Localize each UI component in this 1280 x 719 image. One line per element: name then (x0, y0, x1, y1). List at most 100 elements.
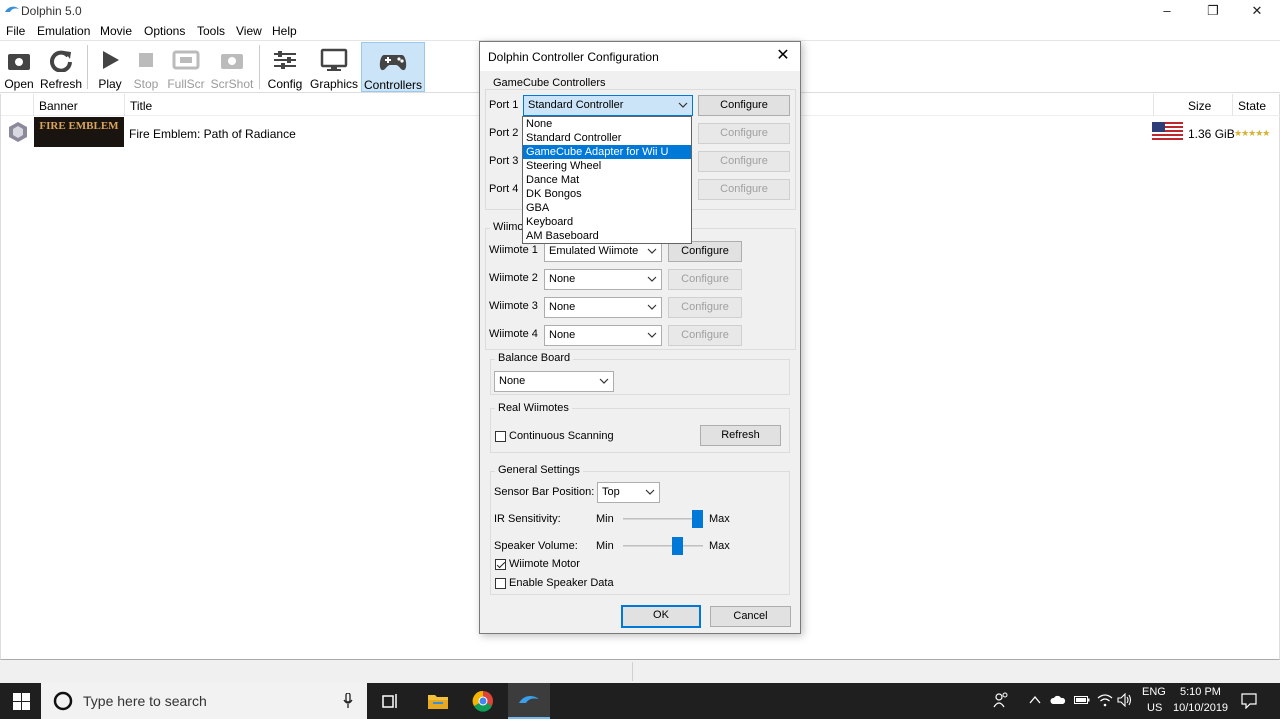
fullscreen-button[interactable]: FullScr (166, 42, 206, 92)
wiimote2-dropdown[interactable]: None (544, 269, 662, 290)
column-separator (1153, 94, 1154, 116)
dropdown-option[interactable]: DK Bongos (523, 187, 691, 201)
wiimote2-configure-button[interactable]: Configure (668, 269, 742, 290)
battery-icon[interactable] (1074, 695, 1090, 705)
game-size: 1.36 GiB (1188, 127, 1235, 141)
taskbar-search-box[interactable]: Type here to search (41, 683, 367, 719)
wifi-icon[interactable] (1097, 693, 1113, 707)
status-separator (632, 662, 633, 681)
menu-view[interactable]: View (236, 24, 262, 38)
dropdown-option[interactable]: AM Baseboard (523, 229, 691, 243)
minimize-button[interactable]: – (1144, 0, 1190, 21)
microphone-icon[interactable] (343, 693, 353, 709)
stop-icon (139, 53, 153, 67)
balance-board-dropdown[interactable]: None (494, 371, 614, 392)
balance-board-label: Balance Board (495, 352, 574, 364)
dialog-close-button[interactable]: ✕ (770, 44, 796, 68)
volume-icon[interactable] (1117, 693, 1133, 707)
menu-help[interactable]: Help (272, 24, 297, 38)
menu-tools[interactable]: Tools (197, 24, 225, 38)
cancel-button[interactable]: Cancel (710, 606, 791, 627)
wiimote2-label: Wiimote 2 (489, 272, 538, 284)
port2-configure-button[interactable]: Configure (698, 123, 790, 144)
wiimote-motor-checkbox[interactable] (495, 559, 506, 570)
chevron-down-icon (647, 332, 657, 338)
close-window-button[interactable]: ✕ (1234, 0, 1280, 21)
column-separator (124, 94, 125, 116)
clock-date[interactable]: 10/10/2019 (1173, 702, 1228, 714)
wiimote1-configure-button[interactable]: Configure (668, 241, 742, 262)
ir-sensitivity-thumb[interactable] (691, 510, 703, 528)
real-wiimotes-label: Real Wiimotes (495, 402, 572, 414)
game-rating-stars: ★★★★★ (1234, 128, 1270, 138)
column-size[interactable]: Size (1188, 99, 1211, 113)
column-title[interactable]: Title (130, 99, 152, 113)
windows-start-icon[interactable] (13, 693, 30, 710)
play-button[interactable]: Play (94, 42, 126, 92)
continuous-scanning-label: Continuous Scanning (509, 430, 614, 442)
controllers-button[interactable]: Controllers (361, 42, 425, 92)
port3-configure-button[interactable]: Configure (698, 151, 790, 172)
menu-movie[interactable]: Movie (100, 24, 132, 38)
speaker-volume-slider[interactable] (623, 545, 703, 547)
config-label: Config (267, 77, 303, 91)
port1-dropdown[interactable]: Standard Controller (523, 95, 693, 116)
speaker-volume-thumb[interactable] (672, 537, 684, 555)
wiimote4-dropdown[interactable]: None (544, 325, 662, 346)
dropdown-option[interactable]: None (523, 117, 691, 131)
gamecube-platform-icon (9, 122, 27, 142)
port4-label: Port 4 (489, 183, 519, 195)
port1-label: Port 1 (489, 99, 519, 111)
port4-configure-button[interactable]: Configure (698, 179, 790, 200)
menu-emulation[interactable]: Emulation (37, 24, 90, 38)
port1-value: Standard Controller (528, 99, 624, 111)
column-banner[interactable]: Banner (39, 99, 78, 113)
graphics-button[interactable]: Graphics (309, 42, 359, 92)
column-state[interactable]: State (1238, 99, 1266, 113)
ir-min-label: Min (596, 513, 614, 525)
wiimote4-configure-button[interactable]: Configure (668, 325, 742, 346)
dropdown-option[interactable]: Steering Wheel (523, 159, 691, 173)
ir-max-label: Max (709, 513, 730, 525)
dropdown-option[interactable]: GameCube Adapter for Wii U (523, 145, 691, 159)
dropdown-option[interactable]: Standard Controller (523, 131, 691, 145)
wiimote3-configure-button[interactable]: Configure (668, 297, 742, 318)
port1-configure-button[interactable]: Configure (698, 95, 790, 116)
wiimote3-dropdown[interactable]: None (544, 297, 662, 318)
keyboard-layout-indicator[interactable]: US (1147, 702, 1162, 714)
refresh-wiimotes-button[interactable]: Refresh (700, 425, 781, 446)
stop-button[interactable]: Stop (130, 42, 162, 92)
sensor-bar-dropdown[interactable]: Top (597, 482, 660, 503)
enable-speaker-data-checkbox[interactable] (495, 578, 506, 589)
task-view-icon[interactable] (381, 692, 399, 710)
taskbar-dolphin-app[interactable] (508, 683, 550, 719)
refresh-button[interactable]: Refresh (40, 42, 82, 92)
screenshot-button[interactable]: ScrShot (210, 42, 254, 92)
menu-options[interactable]: Options (144, 24, 185, 38)
enable-speaker-data-label: Enable Speaker Data (509, 577, 614, 589)
continuous-scanning-checkbox[interactable] (495, 431, 506, 442)
stop-label: Stop (133, 77, 159, 91)
dropdown-option[interactable]: Keyboard (523, 215, 691, 229)
ok-button[interactable]: OK (621, 605, 701, 628)
config-button[interactable]: Config (264, 42, 306, 92)
file-explorer-icon[interactable] (427, 691, 449, 711)
dropdown-option[interactable]: Dance Mat (523, 173, 691, 187)
onedrive-icon[interactable] (1050, 695, 1066, 705)
menu-file[interactable]: File (6, 24, 25, 38)
general-settings-label: General Settings (495, 464, 583, 476)
game-banner: FIRE EMBLEM (34, 117, 124, 147)
chrome-icon[interactable] (472, 690, 494, 712)
action-center-icon[interactable] (1241, 693, 1257, 709)
graphics-label: Graphics (309, 77, 359, 91)
language-indicator[interactable]: ENG (1142, 686, 1166, 698)
chevron-up-icon[interactable] (1029, 695, 1041, 705)
gamepad-icon (379, 55, 407, 71)
restore-button[interactable]: ❐ (1190, 0, 1236, 21)
config-icon (274, 51, 296, 69)
wiimote1-dropdown[interactable]: Emulated Wiimote (544, 241, 662, 262)
dropdown-option[interactable]: GBA (523, 201, 691, 215)
open-button[interactable]: Open (2, 42, 36, 92)
clock-time[interactable]: 5:10 PM (1180, 686, 1221, 698)
people-icon[interactable] (993, 692, 1009, 708)
